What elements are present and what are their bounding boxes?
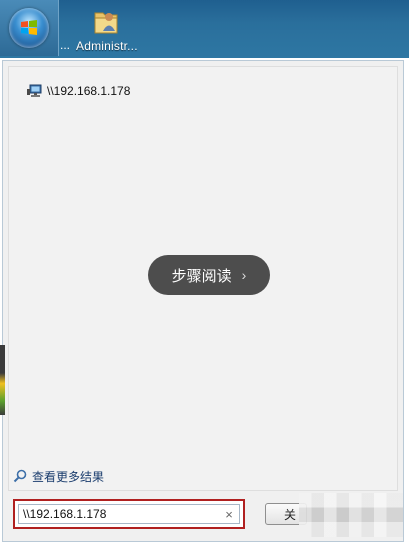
desktop-strip: ... Administr... <box>0 0 409 58</box>
search-highlight-frame: × <box>13 499 245 529</box>
result-network-path[interactable]: \\192.168.1.178 <box>27 82 130 100</box>
start-menu-panel: \\192.168.1.178 步骤阅读 › 查看更多结果 × 关 <box>2 60 404 542</box>
watermark-blur <box>299 493 403 537</box>
step-reading-label: 步骤阅读 <box>171 267 232 285</box>
clear-search-icon[interactable]: × <box>221 505 237 523</box>
see-more-results-label: 查看更多结果 <box>32 469 105 484</box>
user-folder-label[interactable]: Administr... <box>76 39 138 53</box>
network-computer-icon <box>27 84 42 97</box>
shutdown-label: 关 <box>284 507 297 522</box>
result-label: \\192.168.1.178 <box>47 84 131 98</box>
start-button[interactable] <box>0 0 59 56</box>
step-reading-button[interactable]: 步骤阅读 › <box>148 255 270 295</box>
overflow-label: ... <box>60 38 71 52</box>
windows-orb-icon <box>9 8 49 48</box>
left-edge-strip <box>0 345 5 415</box>
user-folder-icon[interactable] <box>92 6 120 36</box>
see-more-results-link[interactable]: 查看更多结果 <box>13 467 104 485</box>
screen: ... Administr... \\192.168.1.178 步骤阅读 › … <box>0 0 409 542</box>
chevron-right-icon: › <box>241 267 247 283</box>
windows-flag-icon <box>21 20 37 35</box>
magnifier-icon <box>13 469 27 483</box>
search-input[interactable] <box>18 504 240 524</box>
